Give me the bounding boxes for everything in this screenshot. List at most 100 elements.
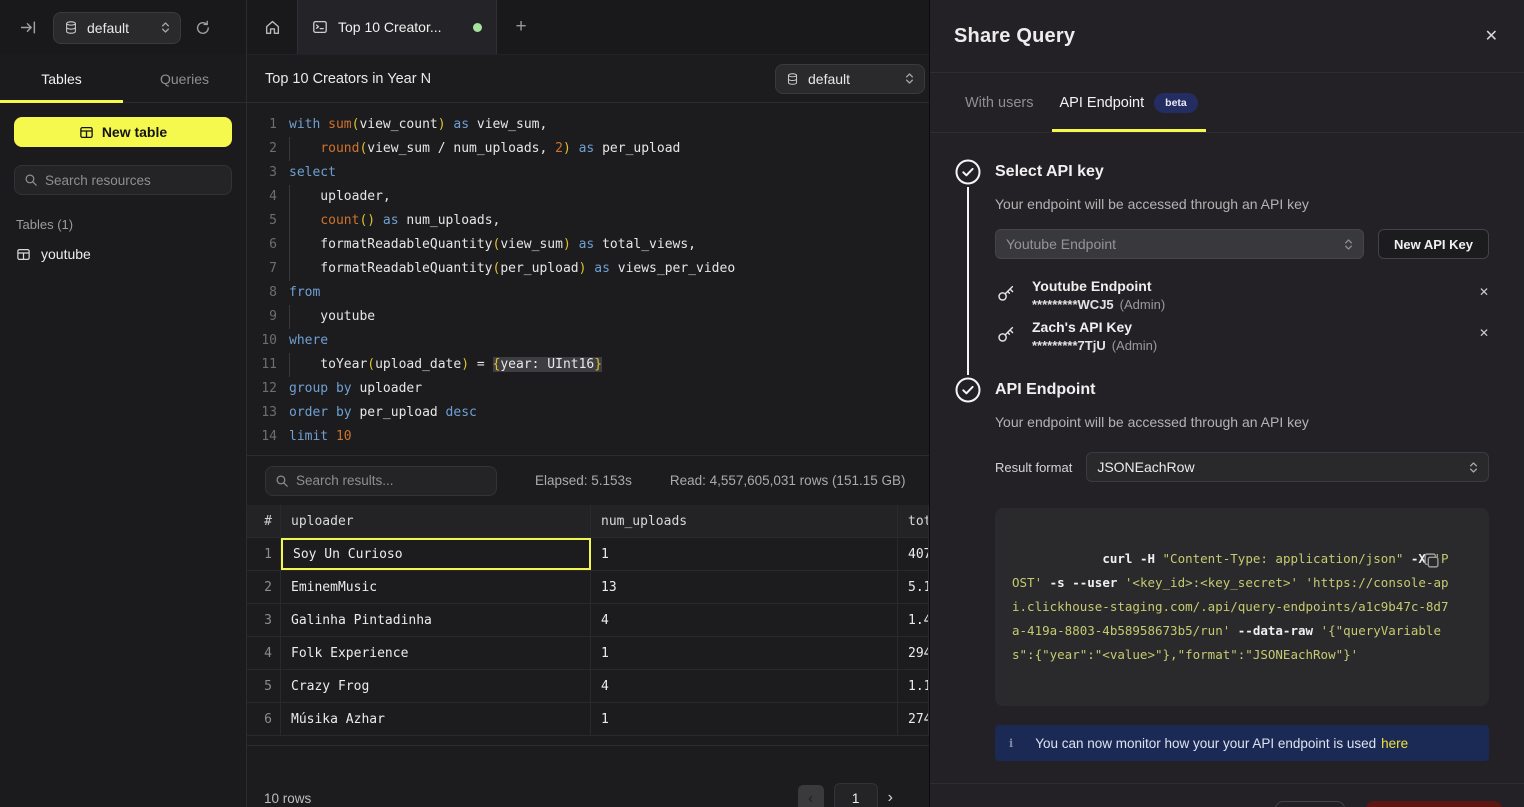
query-tab[interactable]: Top 10 Creator... [297, 0, 497, 54]
api-key-info: Zach's API Key*********7TjU(Admin) [1032, 318, 1464, 355]
banner-message: You can now monitor how your your API en… [1035, 736, 1376, 751]
tab-api-endpoint[interactable]: API Endpoint beta [1060, 73, 1198, 132]
cell-uploader[interactable]: Folk Experience [281, 637, 591, 669]
sql-editor[interactable]: 1with sum(view_count) as view_sum,2 roun… [247, 103, 929, 455]
results-toolbar: Elapsed: 5.153s Read: 4,557,605,031 rows… [247, 455, 929, 505]
table-row: 5Crazy Frog41.1 [247, 670, 929, 703]
tables-list: youtube [14, 244, 232, 264]
cell-num-uploads[interactable]: 1 [591, 538, 898, 570]
search-icon [24, 173, 38, 187]
sidebar-table-item[interactable]: youtube [14, 244, 232, 264]
cell-num-uploads[interactable]: 1 [591, 703, 898, 735]
code-line: 5 count() as num_uploads, [247, 209, 929, 233]
share-query-panel: Share Query ✕ With users API Endpoint be… [929, 0, 1524, 807]
next-page-icon[interactable]: › [888, 789, 893, 807]
cell-uploader[interactable]: Galinha Pintadinha [281, 604, 591, 636]
api-key-role: (Admin) [1112, 338, 1158, 353]
database-selector[interactable]: default [53, 12, 181, 44]
cell-total-views[interactable]: 5.1 [898, 571, 929, 603]
row-number: 5 [247, 670, 281, 702]
code-text: select [277, 161, 336, 185]
banner-text: You can now monitor how your your API en… [1035, 736, 1408, 751]
api-endpoint-subtitle: Your endpoint will be accessed through a… [995, 414, 1489, 430]
cell-uploader[interactable]: Músika Azhar [281, 703, 591, 735]
line-number: 4 [247, 185, 277, 209]
search-results-input[interactable] [296, 473, 487, 488]
remove-key-icon[interactable]: ✕ [1479, 277, 1489, 299]
results-search [265, 466, 497, 496]
refresh-icon[interactable] [195, 20, 211, 36]
cell-total-views[interactable]: 1.4 [898, 604, 929, 636]
step-rail [955, 377, 995, 783]
cell-uploader[interactable]: Soy Un Curioso [281, 538, 591, 570]
curl-token: --data-raw [1230, 623, 1320, 638]
column-header: # [247, 505, 281, 537]
cell-total-views[interactable]: 1.1 [898, 670, 929, 702]
editor-database-selector[interactable]: default [775, 64, 925, 94]
panel-header: Share Query ✕ [930, 0, 1524, 73]
tab-with-users-label: With users [965, 95, 1034, 111]
elapsed-stat: Elapsed: 5.153s [535, 473, 632, 488]
code-text: toYear(upload_date) = {year: UInt16} [277, 353, 602, 377]
query-tab-label: Top 10 Creator... [338, 19, 463, 35]
column-header: num_uploads [591, 505, 898, 537]
curl-token: curl -H [1102, 551, 1162, 566]
table-header-row: #uploadernum_uploadstot [247, 505, 929, 538]
table-row: 1Soy Un Curioso1407 [247, 538, 929, 571]
code-line: 9 youtube [247, 305, 929, 329]
close-icon[interactable]: ✕ [1485, 26, 1498, 46]
code-line: 14limit 10 [247, 425, 929, 449]
line-number: 12 [247, 377, 277, 401]
cell-num-uploads[interactable]: 4 [591, 604, 898, 636]
cell-uploader[interactable]: Crazy Frog [281, 670, 591, 702]
close-button[interactable]: Close [1275, 801, 1345, 807]
results-table: #uploadernum_uploadstot1Soy Un Curioso14… [247, 505, 929, 745]
tab-queries[interactable]: Queries [123, 55, 246, 102]
row-number: 6 [247, 703, 281, 735]
api-key-masked: *********WCJ5(Admin) [1032, 295, 1464, 314]
code-text: youtube [277, 305, 375, 329]
cell-total-views[interactable]: 294 [898, 637, 929, 669]
code-line: 3select [247, 161, 929, 185]
pagination: ‹ 1 › [798, 783, 893, 807]
tab-tables[interactable]: Tables [0, 55, 123, 102]
tab-with-users[interactable]: With users [965, 73, 1034, 132]
new-api-key-button[interactable]: New API Key [1378, 229, 1489, 259]
cell-uploader[interactable]: EminemMusic [281, 571, 591, 603]
prev-page-icon[interactable]: ‹ [798, 785, 824, 807]
sidebar-tabs: Tables Queries [0, 55, 246, 103]
copy-icon[interactable] [1423, 522, 1475, 599]
new-table-label: New table [102, 124, 167, 140]
api-key-dropdown[interactable]: Youtube Endpoint [995, 229, 1364, 259]
cell-num-uploads[interactable]: 1 [591, 637, 898, 669]
line-number: 7 [247, 257, 277, 281]
api-key-name: Zach's API Key [1032, 318, 1464, 336]
banner-here-link[interactable]: here [1381, 736, 1408, 751]
home-icon[interactable] [247, 0, 297, 54]
result-format-dropdown[interactable]: JSONEachRow [1086, 452, 1489, 482]
new-table-button[interactable]: New table [14, 117, 232, 147]
topbar-tabs: Top 10 Creator... + [247, 0, 929, 55]
disable-endpoint-button[interactable]: Disable endpoint [1366, 801, 1502, 807]
code-line: 13order by per_upload desc [247, 401, 929, 425]
table-icon [79, 125, 94, 140]
step-select-api-key: Select API key Your endpoint will be acc… [955, 159, 1489, 377]
cell-num-uploads[interactable]: 13 [591, 571, 898, 603]
panel-tabs: With users API Endpoint beta [930, 73, 1524, 133]
collapse-sidebar-icon[interactable] [20, 19, 37, 36]
page-number[interactable]: 1 [834, 783, 878, 807]
cell-total-views[interactable]: 407 [898, 538, 929, 570]
panel-footer: Close Disable endpoint [930, 783, 1524, 807]
database-icon [64, 20, 78, 35]
new-tab-icon[interactable]: + [497, 0, 545, 54]
chevron-updown-icon [161, 20, 170, 35]
line-number: 13 [247, 401, 277, 425]
curl-token: -s --user [1042, 575, 1125, 590]
check-circle-icon [955, 377, 981, 403]
curl-snippet[interactable]: curl -H "Content-Type: application/json"… [995, 508, 1489, 706]
remove-key-icon[interactable]: ✕ [1479, 318, 1489, 340]
search-resources-input[interactable] [45, 173, 222, 188]
cell-total-views[interactable]: 274 [898, 703, 929, 735]
key-icon [995, 318, 1017, 345]
cell-num-uploads[interactable]: 4 [591, 670, 898, 702]
